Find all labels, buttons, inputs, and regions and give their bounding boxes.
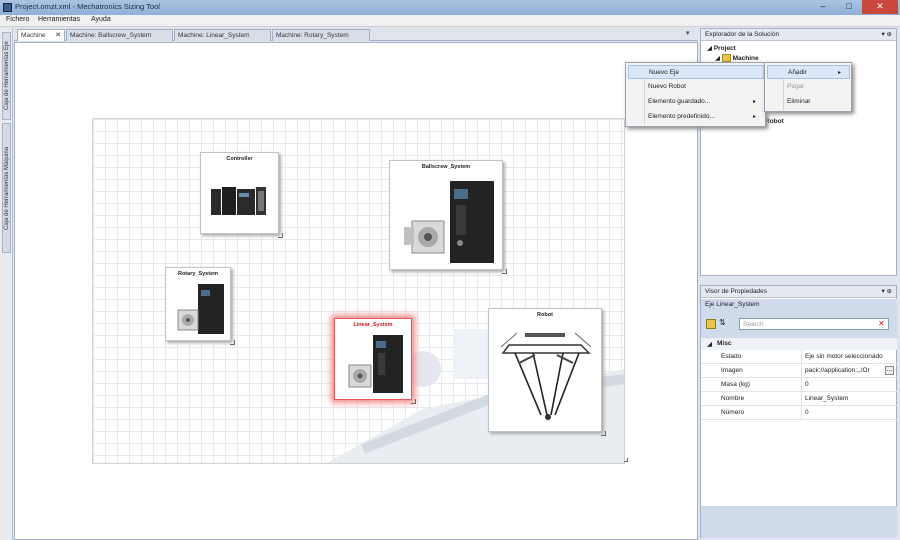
- search-input[interactable]: Search ✕: [739, 318, 889, 330]
- menu-bar: Fichero Herramientas Ayuda: [0, 15, 900, 27]
- panel-title: Visor de Propiedades: [705, 288, 768, 295]
- node-label: Robot: [537, 312, 553, 318]
- node-ballscrew-system[interactable]: Ballscrew_System: [389, 160, 507, 274]
- tab-machine[interactable]: Machine ✕: [17, 29, 65, 41]
- menu-nuevo-robot[interactable]: Nuevo Robot: [628, 80, 764, 94]
- node-controller[interactable]: Controller: [200, 152, 283, 238]
- panel-header: Visor de Propiedades ▾ ⊕: [701, 286, 896, 298]
- collapse-icon: ◢: [715, 55, 720, 62]
- servo-drive-image: [177, 284, 224, 334]
- resize-handle[interactable]: [411, 399, 416, 404]
- property-row[interactable]: Nombre Linear_System: [701, 392, 897, 406]
- tree-item-robot[interactable]: Robot: [765, 118, 784, 125]
- node-linear-system[interactable]: Linear_System: [334, 318, 416, 404]
- tab-rotary[interactable]: Machine: Rotary_System: [272, 29, 370, 41]
- property-row[interactable]: Número 0: [701, 406, 897, 420]
- panel-pin-icon[interactable]: ▾ ⊕: [881, 29, 892, 40]
- window-title: Project.omzt.xml - Mechatronics Sizing T…: [15, 2, 160, 11]
- app-icon: [3, 3, 12, 12]
- properties-panel: Visor de Propiedades ▾ ⊕ Eje Linear_Syst…: [700, 285, 897, 538]
- tab-linear[interactable]: Machine: Linear_System: [174, 29, 271, 41]
- delta-robot-image: [500, 332, 592, 420]
- node-label: Controller: [226, 156, 253, 162]
- menu-nuevo-eje[interactable]: Nuevo Eje: [628, 65, 764, 79]
- menu-fichero[interactable]: Fichero: [6, 16, 29, 23]
- canvas-resize-handle[interactable]: [624, 458, 628, 462]
- tree-item-project[interactable]: ◢ Project: [707, 44, 736, 52]
- menu-elemento-predefinido[interactable]: Elemento predefinido... ▸: [628, 110, 764, 124]
- close-tab-icon[interactable]: ✕: [55, 30, 61, 41]
- document-tab-bar: Machine ✕ Machine: Ballscrew_System Machi…: [14, 28, 698, 41]
- submenu-arrow-icon: ▸: [837, 70, 841, 76]
- category-label: Misc: [717, 340, 732, 347]
- clear-search-icon[interactable]: ✕: [878, 319, 885, 328]
- panel-header: Explorador de la Solución ▾ ⊕: [701, 29, 896, 41]
- property-row[interactable]: Estado Eje sin motor seleccionado: [701, 350, 897, 364]
- controller-image: [211, 187, 266, 215]
- search-placeholder: Search: [743, 321, 764, 328]
- collapse-icon: ◢: [707, 45, 712, 52]
- machine-toolbox-tab[interactable]: Caja de Herramientas Máquina: [2, 123, 11, 253]
- menu-herramientas[interactable]: Herramientas: [38, 16, 80, 23]
- context-menu: Nuevo Eje Nuevo Robot Elemento guardado.…: [625, 62, 766, 127]
- close-button[interactable]: ✕: [862, 0, 898, 14]
- category-misc[interactable]: ◢ Misc: [701, 338, 897, 350]
- minimize-button[interactable]: –: [810, 0, 836, 14]
- resize-handle[interactable]: [230, 340, 235, 345]
- axis-toolbox-tab[interactable]: Caja de Herramientas Eje: [2, 32, 11, 120]
- left-tool-strip: Caja de Herramientas Eje Caja de Herrami…: [0, 28, 13, 540]
- categorized-icon[interactable]: [706, 319, 716, 329]
- sort-icon[interactable]: ⇅: [719, 318, 726, 327]
- menu-pegar[interactable]: Pegar: [767, 80, 850, 94]
- node-label: Ballscrew_System: [421, 164, 471, 170]
- property-row[interactable]: Masa (kg) 0: [701, 378, 897, 392]
- property-description-area: [701, 506, 897, 538]
- tab-label: Machine: [21, 32, 46, 39]
- panel-pin-icon[interactable]: ▾ ⊕: [881, 286, 892, 297]
- submenu-arrow-icon: ▸: [752, 114, 756, 120]
- machine-canvas[interactable]: Controller Ballscrew_System Rotary_Syste…: [92, 118, 625, 464]
- servo-drive-image: [404, 181, 494, 263]
- menu-ayuda[interactable]: Ayuda: [91, 16, 111, 23]
- tab-ballscrew[interactable]: Machine: Ballscrew_System: [66, 29, 173, 41]
- menu-anadir[interactable]: Añadir ▸: [767, 65, 850, 79]
- parent-context-menu: Añadir ▸ Pegar Eliminar: [764, 62, 852, 112]
- resize-handle[interactable]: [278, 233, 283, 238]
- browse-button[interactable]: …: [885, 366, 894, 375]
- node-rotary-system[interactable]: Rotary_System: [165, 267, 235, 345]
- property-row[interactable]: Imagen pack://application:,,/Or …: [701, 364, 897, 378]
- node-label: Rotary_System: [177, 271, 219, 277]
- selected-object-label: Eje Linear_System: [705, 301, 760, 308]
- menu-eliminar[interactable]: Eliminar: [767, 95, 850, 109]
- resize-handle[interactable]: [601, 431, 606, 436]
- resize-handle[interactable]: [502, 269, 507, 274]
- maximize-button[interactable]: □: [836, 0, 862, 14]
- node-label: Linear_System: [353, 322, 393, 328]
- title-bar: Project.omzt.xml - Mechatronics Sizing T…: [0, 0, 900, 15]
- panel-title: Explorador de la Solución: [705, 31, 780, 38]
- node-robot[interactable]: Robot: [488, 308, 606, 436]
- collapse-icon: ◢: [707, 341, 712, 348]
- submenu-arrow-icon: ▸: [752, 99, 756, 105]
- menu-elemento-guardado[interactable]: Elemento guardado... ▸: [628, 95, 764, 109]
- servo-drive-image: [348, 335, 403, 393]
- properties-toolbar: Eje Linear_System ⇅ Search ✕: [701, 299, 897, 343]
- pin-icon[interactable]: ▾: [686, 29, 690, 37]
